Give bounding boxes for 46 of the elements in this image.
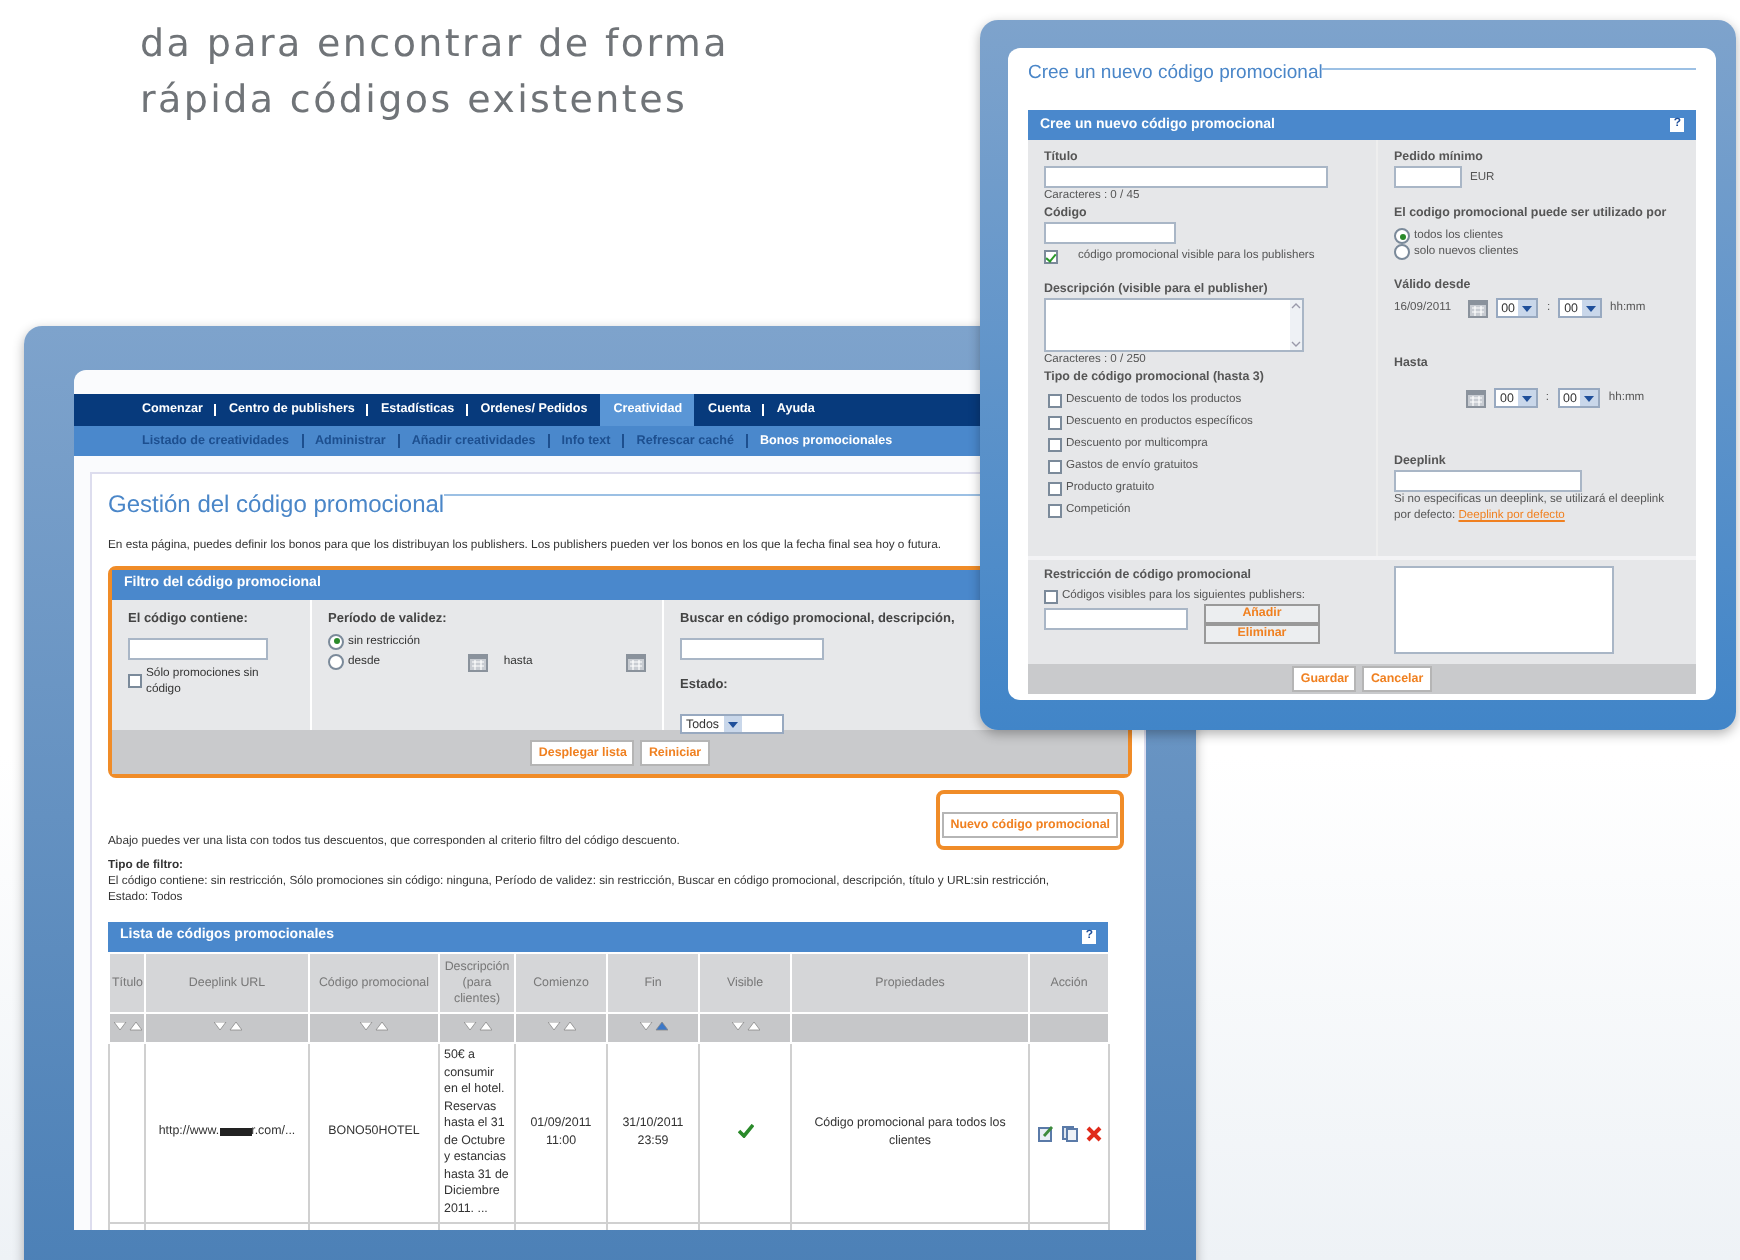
publisher-listbox[interactable] xyxy=(1394,566,1614,655)
calendar-icon[interactable] xyxy=(626,653,646,672)
scrollbar-icon[interactable] xyxy=(1290,300,1302,351)
calendar-icon[interactable] xyxy=(1466,389,1486,408)
delete-icon[interactable] xyxy=(1085,1125,1101,1141)
caret-icon xyxy=(1584,395,1595,402)
heading-line: da para encontrar de forma xyxy=(140,20,729,70)
code-input[interactable] xyxy=(1044,222,1176,245)
calendar-icon[interactable] xyxy=(467,653,488,672)
sort-arrows-icon[interactable] xyxy=(463,1021,491,1032)
checkbox[interactable] xyxy=(128,674,142,689)
sort-arrows-icon[interactable] xyxy=(639,1021,667,1032)
heading-line: rápida códigos existentes xyxy=(140,76,690,126)
radio-button[interactable] xyxy=(328,633,344,650)
deeplink-input[interactable] xyxy=(1394,470,1582,493)
radio-button[interactable] xyxy=(1394,228,1410,245)
caret-icon xyxy=(1521,395,1532,402)
checkbox[interactable] xyxy=(1048,437,1062,452)
sort-arrows-icon[interactable] xyxy=(360,1021,388,1032)
checkbox[interactable] xyxy=(1044,589,1058,604)
sort-arrows-icon[interactable] xyxy=(114,1021,142,1032)
description-textarea[interactable] xyxy=(1044,298,1304,353)
copy-icon[interactable] xyxy=(1061,1125,1077,1141)
dialog-title: Cree un nuevo código promocional xyxy=(1028,60,1323,88)
checkbox[interactable] xyxy=(1048,415,1062,430)
title-input[interactable] xyxy=(1044,166,1328,189)
publisher-input[interactable] xyxy=(1044,608,1188,631)
caret-icon xyxy=(1522,305,1533,312)
page-title: Gestión del código promocional xyxy=(108,488,445,522)
checkbox[interactable] xyxy=(1048,503,1062,518)
sort-arrows-icon[interactable] xyxy=(731,1021,759,1032)
edit-icon[interactable] xyxy=(1037,1125,1053,1141)
checkbox[interactable] xyxy=(1048,481,1062,496)
search-input[interactable] xyxy=(680,637,824,660)
calendar-icon[interactable] xyxy=(1467,299,1488,318)
caret-icon xyxy=(1586,305,1596,312)
min-order-input[interactable] xyxy=(1394,166,1462,189)
sort-arrows-icon[interactable] xyxy=(547,1021,575,1032)
checkbox[interactable] xyxy=(1048,459,1062,474)
radio-button[interactable] xyxy=(1394,244,1410,261)
sort-arrows-icon[interactable] xyxy=(213,1021,241,1032)
code-input[interactable] xyxy=(128,637,268,660)
checkbox[interactable] xyxy=(1044,249,1058,264)
redaction-bar xyxy=(219,1127,252,1136)
radio-button[interactable] xyxy=(328,654,344,671)
checkbox[interactable] xyxy=(1048,393,1062,408)
